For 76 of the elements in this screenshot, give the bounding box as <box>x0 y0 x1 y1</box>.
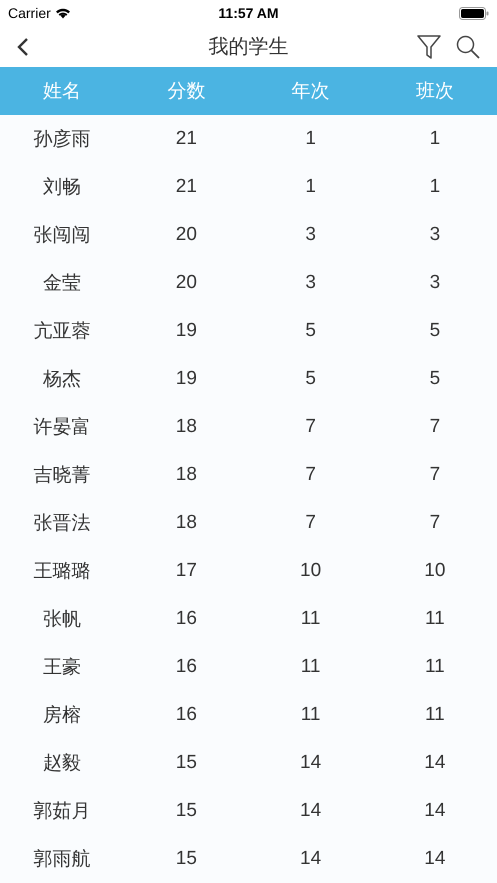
table-cell-text: 金莹 <box>43 272 82 296</box>
table-cell-text: 孙彦雨 <box>34 128 91 152</box>
battery-icon <box>459 6 489 20</box>
table-cell: 3 <box>305 224 316 246</box>
status-time: 11:57 AM <box>218 5 279 22</box>
table-cell: 7 <box>430 512 440 534</box>
table-cell: 1 <box>305 128 316 150</box>
table-cell: 21 <box>176 128 197 150</box>
table-cell: 5 <box>430 320 440 342</box>
table-cell: 15 <box>176 800 197 822</box>
table-cell-text: 王豪 <box>43 656 82 680</box>
table-cell: 16 <box>176 608 197 630</box>
table-cell: 10 <box>424 560 446 582</box>
table-cell-text: 亢亚蓉 <box>34 320 91 344</box>
table-cell: 19 <box>176 368 197 390</box>
table-cell: 11 <box>425 608 445 630</box>
table-cell: 18 <box>176 416 197 438</box>
table-cell: 20 <box>176 224 197 246</box>
page-title: 我的学生 <box>208 33 290 60</box>
table-cell: 11 <box>425 704 445 726</box>
table-cell: 3 <box>430 272 440 294</box>
table-cell: 7 <box>305 512 316 534</box>
table-cell: 1 <box>305 176 316 198</box>
table-cell-text: 吉晓菁 <box>34 464 91 488</box>
table-cell-text: 杨杰 <box>43 368 82 392</box>
table-cell-text: 张帆 <box>43 608 82 632</box>
table-cell: 15 <box>176 848 197 870</box>
table-cell-text: 赵毅 <box>43 752 82 776</box>
table-cell-text: 郭雨航 <box>34 848 91 872</box>
search-icon <box>455 34 481 60</box>
table-cell: 14 <box>424 800 446 822</box>
table-cell-text: 张闯闯 <box>34 224 91 248</box>
table-cell: 20 <box>176 272 197 294</box>
table-cell: 11 <box>300 656 320 678</box>
table-cell: 5 <box>430 368 440 390</box>
table-cell: 1 <box>430 128 440 150</box>
table-cell: 11 <box>300 704 320 726</box>
table-cell-text: 张晋法 <box>34 512 91 536</box>
column-header[interactable]: 分数 <box>167 78 206 104</box>
table-cell: 11 <box>425 656 445 678</box>
table-cell: 17 <box>176 560 197 582</box>
table-cell: 14 <box>300 848 322 870</box>
table-cell: 14 <box>424 848 446 870</box>
table-cell: 18 <box>176 512 197 534</box>
table-cell: 15 <box>176 752 197 774</box>
table-cell: 1 <box>430 176 440 198</box>
table-cell-text: 郭茹月 <box>34 800 91 824</box>
table-cell-text: 王璐璐 <box>34 560 91 584</box>
wifi-icon <box>54 7 71 20</box>
table-cell: 18 <box>176 464 197 486</box>
table-cell: 19 <box>176 320 197 342</box>
table-cell: 11 <box>300 608 320 630</box>
table-cell: 14 <box>300 752 322 774</box>
table-cell: 5 <box>305 320 316 342</box>
column-header[interactable]: 年次 <box>292 78 330 104</box>
table-cell: 7 <box>430 464 440 486</box>
table-cell: 7 <box>430 416 440 438</box>
table-cell: 10 <box>300 560 322 582</box>
table-cell-text: 刘畅 <box>43 176 82 200</box>
column-header[interactable]: 班次 <box>416 78 454 104</box>
column-header[interactable]: 姓名 <box>43 78 82 104</box>
filter-icon <box>417 34 441 60</box>
table-cell: 14 <box>424 752 446 774</box>
carrier-label: Carrier <box>8 5 51 22</box>
table-cell: 14 <box>300 800 322 822</box>
table-cell: 7 <box>305 416 316 438</box>
chevron-left-icon <box>16 36 30 57</box>
table-cell-text: 许晏富 <box>34 416 91 440</box>
table-cell: 16 <box>176 656 197 678</box>
table-cell-text: 房榕 <box>43 704 82 728</box>
table-cell: 16 <box>176 704 197 726</box>
table-cell: 3 <box>430 224 440 246</box>
table-cell: 21 <box>176 176 197 198</box>
table-cell: 7 <box>305 464 316 486</box>
table-cell: 3 <box>305 272 316 294</box>
table-cell: 5 <box>305 368 316 390</box>
